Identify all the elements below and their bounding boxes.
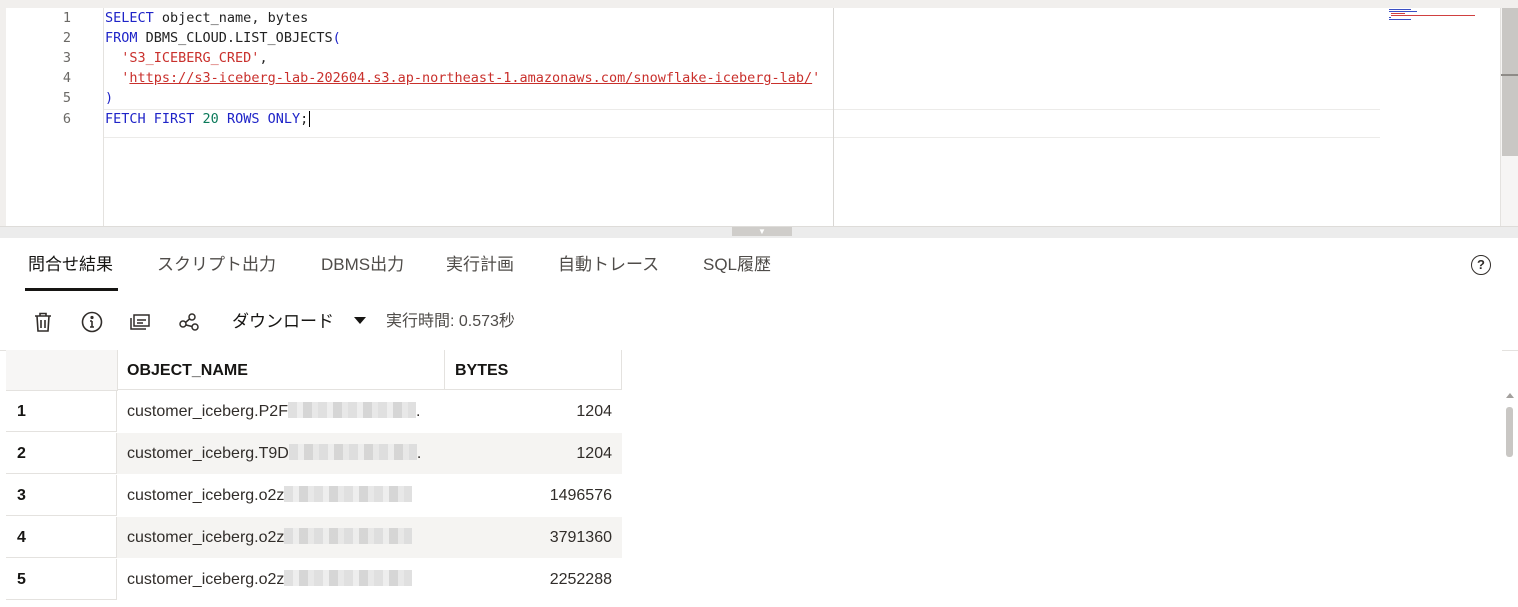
code-paren: ) bbox=[105, 90, 114, 106]
code-minimap[interactable] bbox=[1386, 8, 1498, 38]
minimap-line bbox=[1391, 13, 1405, 14]
sql-string: 'S3_ICEBERG_CRED' bbox=[121, 50, 260, 66]
scrollbar-cursor-mark bbox=[1501, 74, 1518, 76]
row-number-header bbox=[6, 350, 118, 391]
line-number: 4 bbox=[62, 70, 71, 86]
single-record-view-icon[interactable] bbox=[129, 311, 151, 333]
minimap-line bbox=[1389, 11, 1417, 12]
chevron-down-icon[interactable] bbox=[354, 317, 366, 324]
object-name-cell[interactable]: customer_iceberg.T9D. bbox=[117, 433, 445, 474]
line-number: 5 bbox=[62, 90, 71, 106]
tab-explain-plan[interactable]: 実行計画 bbox=[446, 238, 514, 292]
minimap-line bbox=[1389, 17, 1391, 18]
column-header-bytes[interactable]: BYTES bbox=[445, 350, 622, 390]
editor-scrollbar[interactable] bbox=[1500, 8, 1518, 226]
line-number: 6 bbox=[62, 111, 71, 127]
table-row[interactable]: 3 customer_iceberg.o2z 1496576 bbox=[6, 475, 622, 517]
column-header-object-name[interactable]: OBJECT_NAME bbox=[117, 350, 445, 390]
download-menu-button[interactable]: ダウンロード bbox=[232, 311, 334, 333]
share-icon[interactable] bbox=[178, 311, 200, 333]
table-row[interactable]: 2 customer_iceberg.T9D. 1204 bbox=[6, 433, 622, 475]
tab-autotrace[interactable]: 自動トレース bbox=[558, 238, 659, 292]
result-toolbar: ダウンロード 実行時間: 0.573秒 bbox=[0, 292, 1518, 351]
line-number: 1 bbox=[62, 10, 71, 26]
bytes-cell[interactable]: 1204 bbox=[445, 391, 622, 432]
sql-number: 20 bbox=[202, 111, 219, 127]
text-cursor bbox=[309, 111, 311, 127]
object-name-tail: . bbox=[416, 445, 422, 462]
info-icon[interactable] bbox=[81, 311, 103, 333]
redacted-area bbox=[284, 528, 413, 545]
sql-url-string[interactable]: https://s3-iceberg-lab-202604.s3.ap-nort… bbox=[129, 70, 812, 86]
tab-query-result[interactable]: 問合せ結果 bbox=[28, 238, 113, 292]
tab-sql-history[interactable]: SQL履歴 bbox=[703, 238, 771, 292]
sql-keyword: SELECT bbox=[105, 10, 154, 26]
trash-icon[interactable] bbox=[32, 311, 54, 333]
minimap-line bbox=[1391, 15, 1475, 16]
tab-dbms-output[interactable]: DBMS出力 bbox=[321, 238, 404, 292]
table-row[interactable]: 5 customer_iceberg.o2z 2252288 bbox=[6, 559, 622, 601]
code-paren: ( bbox=[332, 30, 341, 46]
code-line: ) bbox=[105, 88, 113, 108]
code-text: , bbox=[259, 50, 268, 66]
object-name-cell[interactable]: customer_iceberg.o2z bbox=[117, 559, 445, 600]
sql-keyword: FROM bbox=[105, 30, 138, 46]
chevron-down-icon: ▼ bbox=[758, 226, 766, 236]
object-name-text: customer_iceberg.T9D bbox=[127, 445, 289, 462]
editor-scrollbar-thumb[interactable] bbox=[1502, 8, 1518, 156]
redacted-area bbox=[284, 486, 413, 503]
grid-scrollbar[interactable] bbox=[1502, 391, 1518, 607]
code-area[interactable]: SELECT object_name, bytes FROM DBMS_CLOU… bbox=[105, 8, 1378, 226]
table-row[interactable]: 4 customer_iceberg.o2z 3791360 bbox=[6, 517, 622, 559]
object-name-text: customer_iceberg.P2F bbox=[127, 403, 288, 420]
help-icon[interactable]: ? bbox=[1471, 255, 1491, 275]
line-number: 2 bbox=[62, 30, 71, 46]
minimap-line bbox=[1389, 19, 1411, 20]
active-tab-indicator bbox=[25, 288, 118, 291]
object-name-cell[interactable]: customer_iceberg.o2z bbox=[117, 517, 445, 558]
object-name-text: customer_iceberg.o2z bbox=[127, 487, 285, 504]
code-line: 'S3_ICEBERG_CRED', bbox=[105, 48, 268, 68]
object-name-cell[interactable]: customer_iceberg.o2z bbox=[117, 475, 445, 516]
code-text: object_name, bytes bbox=[153, 10, 309, 26]
code-line: 'https://s3-iceberg-lab-202604.s3.ap-nor… bbox=[105, 68, 820, 88]
bytes-cell[interactable]: 3791360 bbox=[445, 517, 622, 558]
splitter-collapse-handle[interactable]: ▼ bbox=[732, 227, 792, 236]
row-number: 3 bbox=[6, 475, 117, 516]
code-text: ; bbox=[300, 111, 309, 127]
scroll-up-arrow-icon[interactable] bbox=[1506, 393, 1514, 398]
object-name-cell[interactable]: customer_iceberg.P2F. bbox=[117, 391, 445, 432]
execution-time: 実行時間: 0.573秒 bbox=[386, 313, 515, 330]
row-number: 5 bbox=[6, 559, 117, 600]
redacted-area bbox=[284, 570, 413, 587]
minimap-line bbox=[1389, 9, 1411, 10]
bytes-cell[interactable]: 1496576 bbox=[445, 475, 622, 516]
sql-keyword: FETCH FIRST bbox=[105, 111, 195, 127]
tab-script-output[interactable]: スクリプト出力 bbox=[157, 238, 276, 292]
code-line: FETCH FIRST 20 ROWS ONLY; bbox=[105, 109, 311, 129]
object-name-tail: . bbox=[415, 403, 421, 420]
object-name-text: customer_iceberg.o2z bbox=[127, 571, 285, 588]
row-number: 4 bbox=[6, 517, 117, 558]
code-text: DBMS_CLOUD.LIST_OBJECTS bbox=[137, 30, 333, 46]
table-row[interactable]: 1 customer_iceberg.P2F. 1204 bbox=[6, 391, 622, 433]
line-number-gutter: 1 2 3 4 5 6 bbox=[6, 8, 104, 226]
sql-editor[interactable]: 1 2 3 4 5 6 SELECT object_name, bytes FR… bbox=[0, 0, 1518, 226]
object-name-text: customer_iceberg.o2z bbox=[127, 529, 285, 546]
code-line: SELECT object_name, bytes bbox=[105, 8, 308, 28]
sql-string: ' bbox=[812, 70, 821, 86]
redacted-area bbox=[288, 444, 417, 461]
bytes-cell[interactable]: 2252288 bbox=[445, 559, 622, 600]
row-number: 1 bbox=[6, 391, 117, 432]
result-tabs: 問合せ結果 スクリプト出力 DBMS出力 実行計画 自動トレース SQL履歴 ? bbox=[0, 238, 1518, 293]
bytes-cell[interactable]: 1204 bbox=[445, 433, 622, 474]
line-number: 3 bbox=[62, 50, 71, 66]
code-line: FROM DBMS_CLOUD.LIST_OBJECTS( bbox=[105, 28, 341, 48]
result-grid: OBJECT_NAME BYTES 1 customer_iceberg.P2F… bbox=[6, 350, 1502, 607]
sql-keyword: ROWS ONLY bbox=[226, 111, 301, 127]
redacted-area bbox=[287, 402, 416, 419]
grid-scrollbar-thumb[interactable] bbox=[1506, 407, 1513, 457]
row-number: 2 bbox=[6, 433, 117, 474]
